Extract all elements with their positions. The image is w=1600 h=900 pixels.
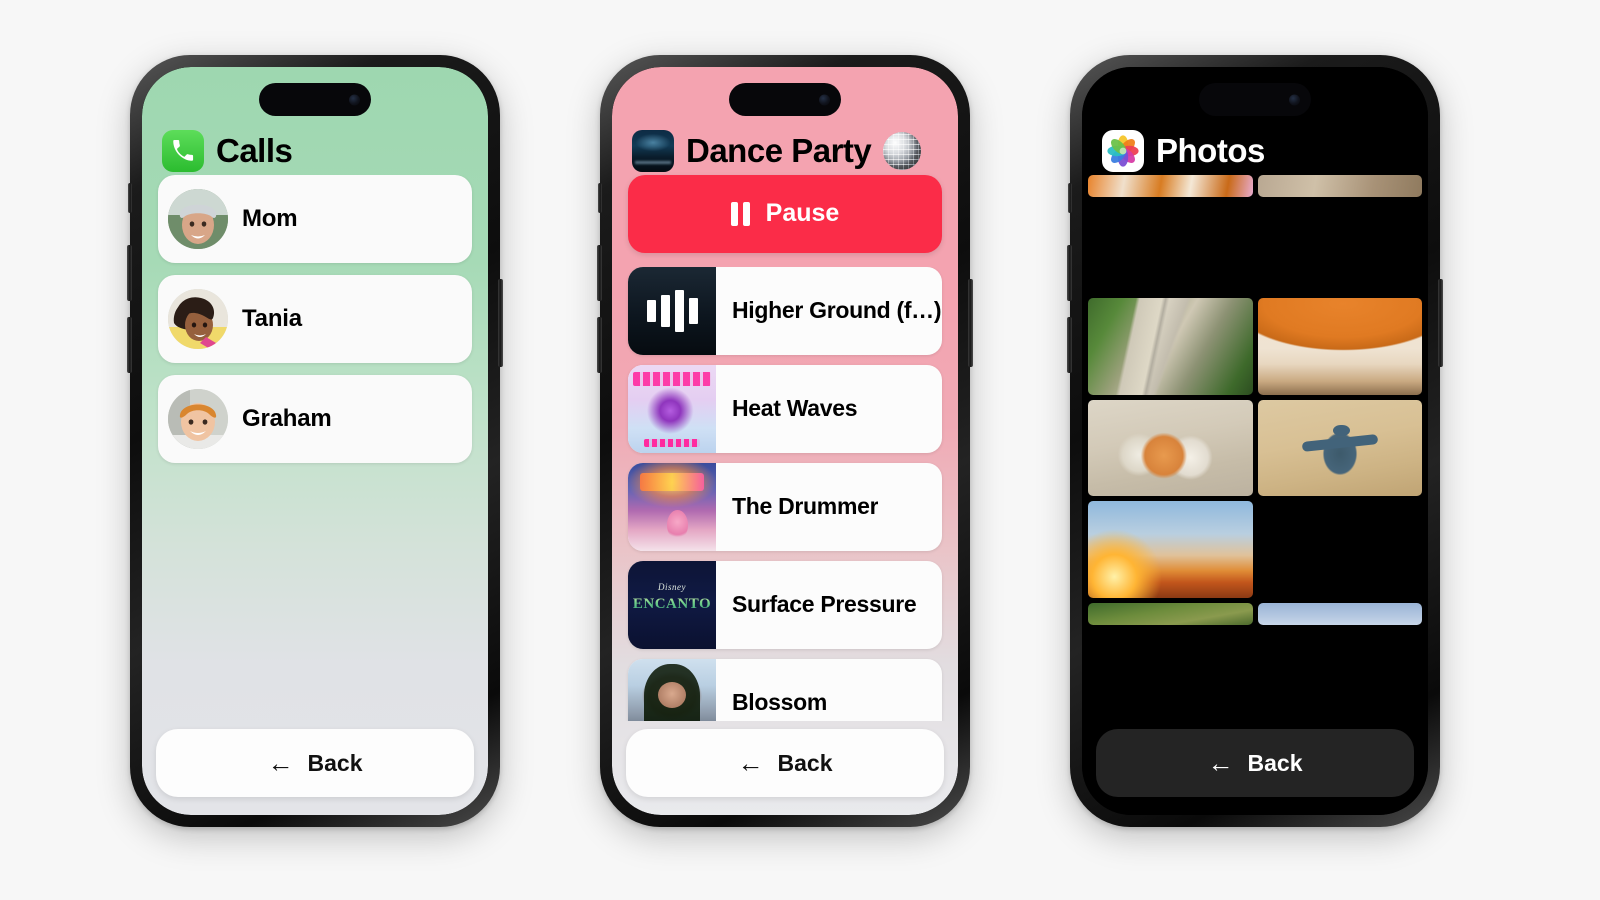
song-row-heat-waves[interactable]: Heat Waves [628, 364, 942, 453]
song-row-surface-pressure[interactable]: Disney Encanto Surface Pressure [628, 560, 942, 649]
pause-button-label: Pause [765, 199, 840, 228]
photo-stairs-in-forest[interactable] [1088, 298, 1253, 395]
phone-device-music: Dance Party Pause Higher Ground (f…) Hea… [597, 55, 973, 827]
photo-partial-sand-dune[interactable] [1257, 175, 1422, 197]
calls-content-area: Mom Tania Graham [142, 175, 488, 721]
avatar-tania [168, 289, 228, 349]
photo-person-shadow-on-sand[interactable] [1257, 399, 1422, 497]
photo-partial-green-foliage[interactable] [1088, 602, 1253, 625]
volume-up-button[interactable] [1067, 245, 1072, 301]
photo-partial-orange-fabric[interactable] [1088, 175, 1253, 197]
phone-device-calls: Calls Mom Tania Graham ← Back [127, 55, 503, 827]
avatar-mom [168, 189, 228, 249]
front-camera-icon [819, 94, 830, 105]
back-button[interactable]: ← Back [156, 729, 474, 797]
avatar-graham [168, 389, 228, 449]
song-title: Higher Ground (f…) [732, 297, 942, 324]
contact-name: Mom [242, 205, 298, 232]
volume-up-button[interactable] [597, 245, 602, 301]
music-bottom-bar: ← Back [612, 721, 958, 815]
volume-down-button[interactable] [1067, 317, 1072, 373]
phone-screen-bezel: Calls Mom Tania Graham ← Back [142, 67, 488, 815]
song-title: The Drummer [732, 493, 879, 520]
contact-row-mom[interactable]: Mom [158, 175, 472, 263]
disco-ball-icon [883, 132, 922, 170]
back-arrow-icon: ← [267, 748, 294, 778]
calls-screen: Calls Mom Tania Graham ← Back [142, 67, 488, 815]
song-title: Heat Waves [732, 395, 858, 422]
art-heat-waves [628, 364, 716, 453]
song-title: Surface Pressure [732, 591, 917, 618]
dynamic-island [729, 83, 841, 116]
screenshot-stage: Calls Mom Tania Graham ← Back Dance Part… [0, 0, 1600, 900]
back-arrow-icon: ← [737, 748, 764, 778]
phone-screen-bezel: Dance Party Pause Higher Ground (f…) Hea… [612, 67, 958, 815]
pause-icon [730, 201, 750, 226]
back-button-label: Back [1247, 749, 1303, 776]
phone-screen-bezel: Photos ← Back [1082, 67, 1428, 815]
art-encanto: Disney Encanto [628, 560, 716, 649]
calls-app-title: Calls [216, 132, 293, 169]
songs-list: Higher Ground (f…) Heat Waves The Drumme… [612, 266, 958, 721]
photos-bottom-bar: ← Back [1082, 721, 1428, 815]
photos-screen: Photos ← Back [1082, 67, 1428, 815]
calls-bottom-bar: ← Back [142, 721, 488, 815]
photos-icon [1102, 130, 1144, 172]
art-disney-wordmark: Disney [658, 581, 686, 592]
back-arrow-icon: ← [1207, 748, 1234, 778]
contact-row-tania[interactable]: Tania [158, 275, 472, 363]
contact-row-graham[interactable]: Graham [158, 375, 472, 463]
now-playing-equalizer-icon [628, 267, 716, 355]
art-encanto-wordmark: Encanto [632, 596, 712, 613]
music-content-area: Higher Ground (f…) Heat Waves The Drumme… [612, 266, 958, 721]
song-row-the-drummer[interactable]: The Drummer [628, 462, 942, 551]
front-camera-icon [1289, 94, 1300, 105]
photo-grid[interactable] [1082, 175, 1428, 721]
power-button[interactable] [1438, 279, 1443, 367]
silent-switch[interactable] [1068, 183, 1072, 213]
art-higher-ground [628, 266, 716, 355]
photo-orange-beach-umbrella[interactable] [1257, 298, 1422, 395]
photo-partial-blue-sky[interactable] [1257, 602, 1422, 625]
back-button[interactable]: ← Back [626, 729, 944, 797]
volume-up-button[interactable] [127, 245, 132, 301]
contact-name: Tania [242, 305, 302, 332]
volume-down-button[interactable] [597, 317, 602, 373]
playlist-title: Dance Party [686, 132, 872, 169]
volume-down-button[interactable] [127, 317, 132, 373]
pause-button[interactable]: Pause [628, 175, 942, 253]
dynamic-island [259, 83, 371, 116]
album-night-icon [632, 130, 674, 172]
power-button[interactable] [498, 279, 503, 367]
front-camera-icon [349, 94, 360, 105]
art-blossom [628, 658, 716, 721]
back-button-label: Back [777, 749, 833, 776]
art-the-drummer [628, 462, 716, 551]
power-button[interactable] [968, 279, 973, 367]
contacts-list: Mom Tania Graham [142, 175, 488, 463]
photos-content-area [1082, 175, 1428, 721]
song-title: Blossom [732, 689, 828, 716]
photo-sunset-over-sea[interactable] [1088, 501, 1253, 598]
contact-name: Graham [242, 405, 332, 432]
back-button[interactable]: ← Back [1096, 729, 1414, 797]
silent-switch[interactable] [598, 183, 602, 213]
music-screen: Dance Party Pause Higher Ground (f…) Hea… [612, 67, 958, 815]
photo-seashells-on-sand[interactable] [1088, 399, 1253, 497]
phone-icon [162, 130, 204, 172]
back-button-label: Back [307, 749, 363, 776]
song-row-blossom[interactable]: Blossom [628, 658, 942, 721]
silent-switch[interactable] [128, 183, 132, 213]
photos-app-title: Photos [1156, 132, 1265, 169]
phone-device-photos: Photos ← Back [1067, 55, 1443, 827]
photo-golden-sunset-shoreline[interactable] [1258, 501, 1423, 597]
dynamic-island [1199, 83, 1311, 116]
song-row-higher-ground[interactable]: Higher Ground (f…) [628, 266, 942, 355]
